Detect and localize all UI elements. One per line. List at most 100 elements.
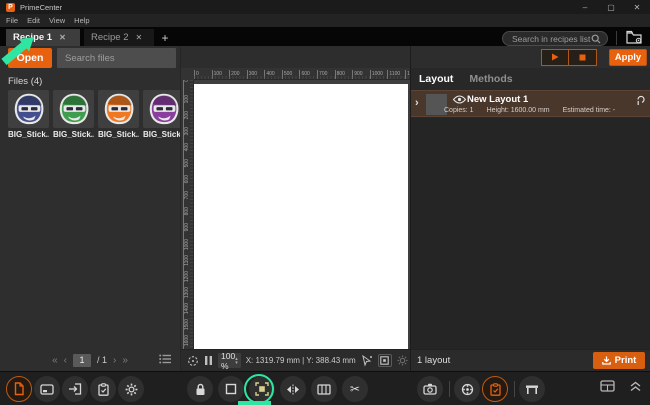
canvas-viewport[interactable] [194, 80, 411, 349]
run-button[interactable] [541, 49, 569, 66]
page-first-icon[interactable]: « [52, 355, 58, 366]
page-number-input[interactable]: 1 [73, 354, 91, 367]
canvas-statusbar: 100 % ▴ ▾ X: 1319.79 mm | Y: 388.43 mm [181, 349, 411, 371]
minimize-icon[interactable]: – [572, 0, 598, 14]
maximize-icon[interactable]: ▢ [598, 0, 624, 14]
search-icon [591, 34, 601, 44]
file-search-placeholder: Search files [65, 53, 115, 64]
file-search-input[interactable]: Search files [57, 48, 176, 68]
zoom-stepper[interactable]: ▴ ▾ [235, 357, 238, 365]
print-button[interactable]: Print [593, 352, 645, 369]
tab-close-icon[interactable]: ✕ [136, 33, 143, 42]
recipe-tabbar: Recipe 1 ✕ Recipe 2 ✕ + Search in recipe… [0, 27, 650, 46]
stepper-down-icon[interactable]: ▾ [235, 361, 238, 365]
ruler-tick: 300 [247, 70, 257, 80]
files-list: BIG_Stick... BIG_Stick... [8, 90, 184, 139]
stop-button[interactable] [569, 49, 597, 66]
ruler-tick: 600 [299, 70, 309, 80]
ruler-tick: 400 [264, 70, 274, 80]
ruler-tick: 700 [317, 70, 327, 80]
ruler-tick: 1100 [387, 70, 400, 80]
file-item[interactable]: BIG_Stick... [98, 90, 139, 139]
import-button[interactable] [62, 376, 88, 402]
frame-preview-icon[interactable] [378, 354, 392, 367]
zoom-value: 100 % [221, 351, 235, 371]
layout-panel: Apply Layout Methods › New Layout 1 Copi… [410, 46, 650, 371]
menu-edit[interactable]: Edit [27, 16, 40, 25]
layout-list-item[interactable]: › New Layout 1 Copies: 1 Height: 1600.00… [411, 90, 650, 117]
layout-list-empty [411, 118, 650, 349]
panels-button[interactable] [311, 376, 337, 402]
layout-copies: Copies: 1 [444, 107, 474, 114]
primecenter-window: P PrimeCenter – ▢ ✕ File Edit View Help … [0, 0, 650, 405]
statusbar-right [361, 354, 408, 367]
open-button[interactable]: Open [8, 48, 52, 68]
menu-view[interactable]: View [49, 16, 65, 25]
tab-recipe-1-label: Recipe 1 [13, 32, 52, 43]
collapse-toolbar-icon[interactable] [629, 381, 642, 392]
select-rectangle-button[interactable] [218, 376, 244, 402]
panel-toggle-icon[interactable] [600, 380, 615, 392]
file-thumbnail[interactable] [98, 90, 139, 128]
tab-recipe-2[interactable]: Recipe 2 ✕ [84, 29, 154, 46]
menu-file[interactable]: File [6, 16, 18, 25]
tasks-button[interactable] [482, 376, 508, 402]
scissors-icon: ✂ [350, 382, 360, 396]
close-icon[interactable]: ✕ [624, 0, 650, 14]
layout-meta: Copies: 1 Height: 1600.00 mm Estimated t… [444, 107, 615, 114]
window-controls: – ▢ ✕ [572, 0, 650, 14]
page-last-icon[interactable]: » [122, 355, 128, 366]
recipe-actions: Apply [411, 46, 650, 68]
menu-help[interactable]: Help [74, 16, 89, 25]
ruler-tick: 800 [335, 70, 345, 80]
flip-horizontal-button[interactable] [280, 376, 306, 402]
cut-button[interactable]: ✂ [342, 376, 368, 402]
ruler-tick: 1000 [370, 70, 383, 80]
cursor-coordinates: X: 1319.79 mm | Y: 388.43 mm [246, 356, 356, 365]
expand-chevron-icon[interactable]: › [415, 97, 419, 109]
file-item[interactable]: BIG_Stick... [143, 90, 184, 139]
file-name: BIG_Stick... [53, 130, 94, 139]
pointer-snap-icon[interactable] [361, 355, 373, 367]
tab-methods[interactable]: Methods [469, 73, 512, 85]
menubar: File Edit View Help [0, 14, 650, 27]
cutter-wheel-button[interactable] [454, 376, 480, 402]
ruler-tick: 900 [352, 70, 362, 80]
canvas-settings-icon[interactable] [397, 355, 408, 366]
lock-button[interactable] [187, 376, 213, 402]
page-next-icon[interactable]: › [113, 355, 116, 366]
ruler-corner [181, 68, 194, 80]
file-item[interactable]: BIG_Stick... [53, 90, 94, 139]
recipe-manager-icon[interactable] [624, 29, 644, 45]
visibility-eye-icon[interactable] [453, 95, 466, 104]
files-panel: Open Search files Files (4) [0, 46, 180, 371]
titlebar: P PrimeCenter – ▢ ✕ [0, 0, 650, 14]
settings-button[interactable] [118, 376, 144, 402]
detach-layout-icon[interactable] [635, 95, 645, 106]
media-button[interactable] [34, 376, 60, 402]
new-recipe-button[interactable]: + [156, 29, 174, 46]
file-thumbnail[interactable] [8, 90, 49, 128]
zoom-fit-icon[interactable] [187, 355, 199, 367]
recipe-search-input[interactable]: Search in recipes list [502, 31, 608, 46]
job-list-button[interactable] [90, 376, 116, 402]
tab-recipe-1[interactable]: Recipe 1 ✕ [6, 29, 80, 46]
layout-sheet[interactable] [194, 84, 408, 349]
layout-estimated-time: Estimated time: - [563, 107, 616, 114]
tab-close-icon[interactable]: ✕ [59, 33, 66, 42]
canvas-area: 0100200300400500600700800900100011001200… [180, 46, 410, 371]
tab-layout[interactable]: Layout [419, 73, 453, 85]
apply-button[interactable]: Apply [609, 49, 647, 66]
zoom-level-input[interactable]: 100 % ▴ ▾ [218, 353, 241, 368]
page-prev-icon[interactable]: ‹ [64, 355, 67, 366]
table-button[interactable] [519, 376, 545, 402]
file-thumbnail[interactable] [53, 90, 94, 128]
camera-button[interactable] [417, 376, 443, 402]
fit-width-icon[interactable] [204, 355, 213, 366]
file-thumbnail[interactable] [143, 90, 184, 128]
page-total: / 1 [97, 355, 107, 365]
fit-to-objects-button[interactable] [249, 376, 275, 402]
list-view-icon[interactable] [159, 354, 171, 364]
file-item[interactable]: BIG_Stick... [8, 90, 49, 139]
files-mode-button[interactable] [6, 376, 32, 402]
